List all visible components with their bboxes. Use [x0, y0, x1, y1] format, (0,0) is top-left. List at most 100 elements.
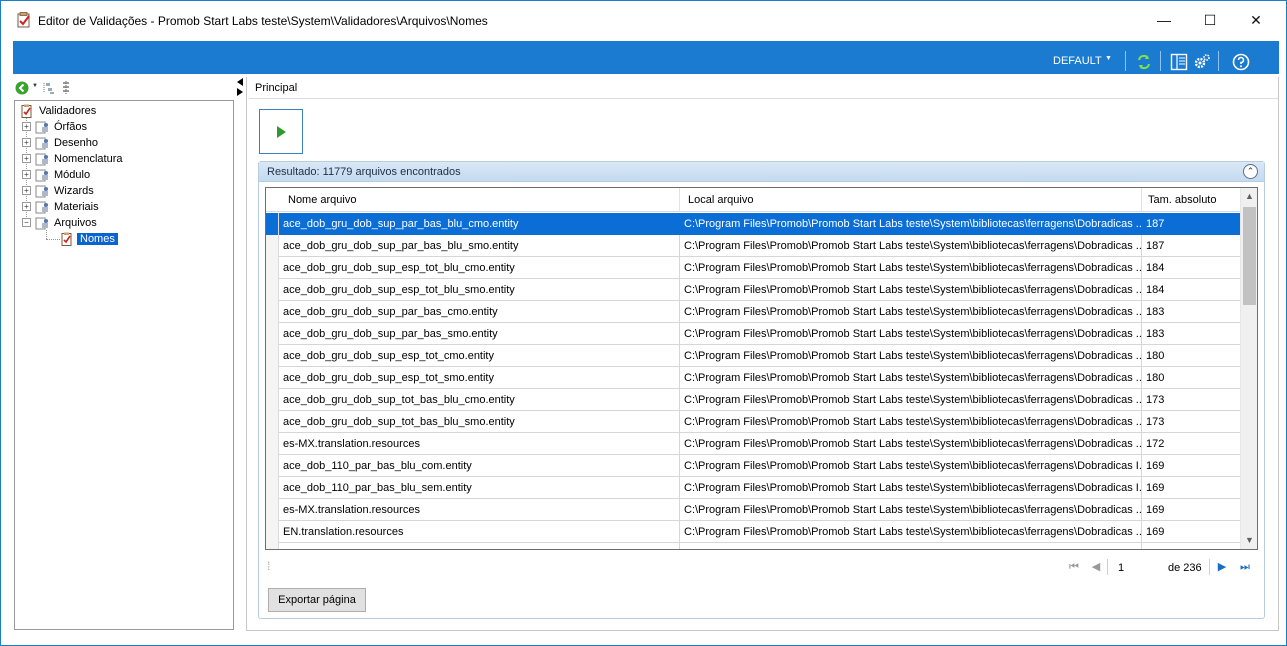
page-count-label: de 236 — [1168, 562, 1202, 574]
expand-toggle[interactable]: + — [22, 186, 31, 195]
row-header[interactable] — [266, 389, 279, 411]
table-row[interactable]: ace_dob_gru_dob_sup_esp_tot_blu_cmo.enti… — [266, 257, 1242, 279]
row-header[interactable] — [266, 455, 279, 477]
row-header[interactable] — [266, 367, 279, 389]
previous-page-icon[interactable]: ◀ — [1089, 559, 1103, 575]
maximize-button[interactable]: ☐ — [1187, 5, 1233, 35]
expand-toggle[interactable]: + — [22, 202, 31, 211]
tree-item-nomenclatura[interactable]: + Nomenclatura — [22, 151, 124, 166]
tree-item-desenho[interactable]: + Desenho — [22, 135, 100, 150]
tree-item-nomes[interactable]: Nomes — [59, 231, 118, 246]
settings-icon[interactable] — [1193, 53, 1211, 71]
expand-toggle[interactable]: + — [22, 154, 31, 163]
table-row[interactable]: ace_dob_110_par_bas_blu_sem.entity C:\Pro… — [266, 477, 1242, 499]
cell-file-name: ace_dob_gru_dob_sup_esp_tot_blu_cmo.enti… — [279, 257, 680, 279]
row-header[interactable] — [266, 323, 279, 345]
table-row[interactable]: es-MX.translation.resources C:\Program Fi… — [266, 433, 1242, 455]
cell-file-name: ace_dob_gru_dob_sup_esp_tot_cmo.entity — [279, 345, 680, 367]
files-grid: Nome arquivo Local arquivo Tam. absoluto… — [265, 187, 1258, 550]
table-row[interactable]: ES.translati...C:\Program Files\Promob\P… — [266, 543, 1242, 549]
export-page-button[interactable]: Exportar página — [268, 588, 366, 612]
cell-file-name: ace_dob_gru_dob_sup_esp_tot_blu_smo.enti… — [279, 279, 680, 301]
vertical-scrollbar[interactable]: ▲ ▼ — [1240, 188, 1257, 549]
table-row[interactable]: ace_dob_gru_dob_sup_esp_tot_blu_smo.enti… — [266, 279, 1242, 301]
row-header[interactable] — [266, 301, 279, 323]
cell-file-name: es-MX.translation.resources — [279, 433, 680, 455]
cell-file-path: C:\Program Files\Promob\Promob Start Lab… — [680, 235, 1142, 257]
table-row[interactable]: ace_dob_gru_dob_sup_tot_bas_blu_smo.enti… — [266, 411, 1242, 433]
run-button[interactable] — [259, 109, 303, 154]
close-button[interactable]: ✕ — [1233, 5, 1279, 35]
expand-toggle[interactable]: + — [22, 170, 31, 179]
table-row[interactable]: ace_dob_110_par_bas_blu_com.entity C:\Pro… — [266, 455, 1242, 477]
back-arrow-icon[interactable] — [15, 81, 29, 95]
tree-item-label: Validadores — [39, 104, 97, 117]
table-row[interactable]: ace_dob_gru_dob_sup_par_bas_blu_cmo.enti… — [266, 213, 1242, 235]
cell-file-path: C:\Program Files\Promob\Promob Start Lab… — [680, 411, 1142, 433]
play-icon — [277, 125, 286, 138]
table-row[interactable]: ace_dob_gru_dob_sup_par_bas_smo.entity C:… — [266, 323, 1242, 345]
table-row[interactable]: ace_dob_gru_dob_sup_tot_bas_blu_cmo.enti… — [266, 389, 1242, 411]
tree-toolbar: ▼ — [13, 79, 235, 99]
collapse-up-icon[interactable]: ⌃ — [1243, 164, 1258, 179]
tree-item-modulo[interactable]: + Módulo — [22, 167, 92, 182]
row-header[interactable] — [266, 235, 279, 257]
back-dropdown-icon[interactable]: ▼ — [32, 83, 38, 89]
table-row[interactable]: ace_dob_gru_dob_sup_esp_tot_cmo.entity C:… — [266, 345, 1242, 367]
tree-item-materiais[interactable]: + Materiais — [22, 199, 101, 214]
profile-dropdown[interactable]: DEFAULT — [1053, 55, 1102, 67]
cell-file-size: 169 — [1142, 455, 1242, 477]
chevron-down-icon[interactable]: ▼ — [1105, 55, 1112, 62]
first-page-icon[interactable]: ⏮ — [1067, 559, 1081, 575]
validator-node-icon — [35, 137, 48, 149]
tree-collapse-icon[interactable] — [61, 81, 71, 95]
row-header[interactable] — [266, 543, 279, 549]
tree-root-validadores[interactable]: Validadores — [19, 103, 98, 118]
expand-toggle[interactable]: + — [22, 138, 31, 147]
cell-file-name: ace_dob_gru_dob_sup_par_bas_blu_smo.enti… — [279, 235, 680, 257]
column-header-name[interactable]: Nome arquivo — [279, 188, 680, 212]
grid-header: Nome arquivo Local arquivo Tam. absoluto — [266, 188, 1242, 212]
expand-toggle[interactable]: + — [22, 122, 31, 131]
cell-file-name: ace_dob_gru_dob_sup_par_bas_smo.entity — [279, 323, 680, 345]
tree-item-label: Arquivos — [54, 216, 97, 229]
splitter-arrows-icon[interactable] — [236, 77, 244, 97]
result-header: Resultado: 11779 arquivos encontrados ⌃ — [259, 162, 1264, 182]
table-row[interactable]: ace_dob_gru_dob_sup_par_bas_blu_smo.enti… — [266, 235, 1242, 257]
row-header[interactable] — [266, 279, 279, 301]
collapse-toggle[interactable]: − — [22, 218, 31, 227]
cell-file-name: ace_dob_gru_dob_sup_tot_bas_blu_smo.enti… — [279, 411, 680, 433]
tree-expand-icon[interactable] — [42, 81, 56, 95]
tree-item-arquivos[interactable]: − Arquivos — [22, 215, 99, 230]
last-page-icon[interactable]: ⏭ — [1238, 559, 1252, 575]
row-header[interactable] — [266, 499, 279, 521]
row-header[interactable] — [266, 433, 279, 455]
table-row[interactable]: ace_dob_gru_dob_sup_par_bas_cmo.entity C:… — [266, 301, 1242, 323]
help-icon[interactable] — [1232, 53, 1250, 71]
next-page-icon[interactable]: ▶ — [1215, 559, 1229, 575]
tab-principal[interactable]: Principal — [255, 82, 297, 94]
page-number-input[interactable]: 1 — [1114, 558, 1164, 577]
column-header-size[interactable]: Tam. absoluto — [1142, 188, 1242, 212]
scroll-thumb[interactable] — [1243, 207, 1256, 305]
validator-node-icon — [35, 201, 48, 213]
row-header[interactable] — [266, 213, 279, 235]
table-row[interactable]: es-MX.translation.resources C:\Program Fi… — [266, 499, 1242, 521]
column-header-path[interactable]: Local arquivo — [680, 188, 1142, 212]
refresh-icon[interactable] — [1135, 53, 1153, 71]
row-header[interactable] — [266, 411, 279, 433]
cell-file-name: ace_dob_110_par_bas_blu_sem.entity — [279, 477, 680, 499]
minimize-button[interactable]: — — [1141, 5, 1187, 35]
row-header[interactable] — [266, 345, 279, 367]
row-header[interactable] — [266, 257, 279, 279]
tree-item-wizards[interactable]: + Wizards — [22, 183, 96, 198]
row-header[interactable] — [266, 477, 279, 499]
table-row[interactable]: EN.translation.resources C:\Program Files… — [266, 521, 1242, 543]
tree-item-orfaos[interactable]: + Órfãos — [22, 119, 89, 134]
panel-layout-icon[interactable] — [1170, 53, 1188, 71]
scroll-up-icon[interactable]: ▲ — [1241, 188, 1257, 205]
table-row[interactable]: ace_dob_gru_dob_sup_esp_tot_smo.entity C:… — [266, 367, 1242, 389]
row-header[interactable] — [266, 521, 279, 543]
scroll-down-icon[interactable]: ▼ — [1241, 532, 1257, 549]
tree-item-label: Órfãos — [54, 120, 88, 133]
